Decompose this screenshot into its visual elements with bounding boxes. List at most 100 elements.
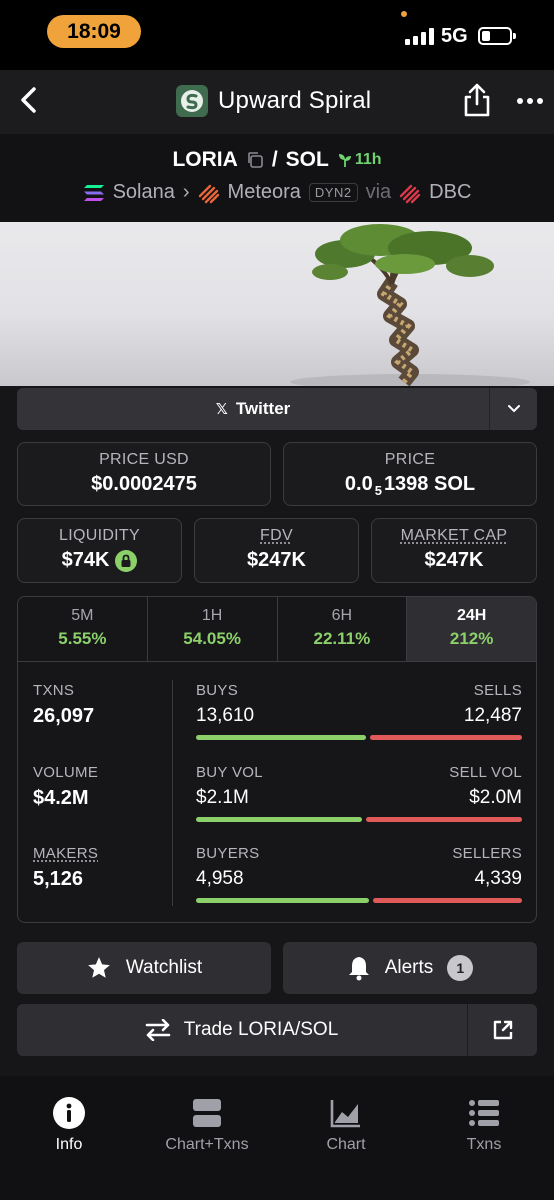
txns-stat: TXNS 26,097 — [33, 682, 94, 728]
nav-info-label: Info — [55, 1136, 83, 1153]
pair-separator: / — [271, 148, 278, 171]
sell-vol-bar — [366, 817, 522, 822]
buy-vol-bar — [196, 817, 363, 822]
base-token: LORIA — [172, 148, 238, 171]
chain-name[interactable]: Solana — [113, 181, 175, 204]
nav-chart-label: Chart — [326, 1136, 366, 1153]
tab-24h[interactable]: 24H 212% — [407, 597, 536, 662]
copy-icon[interactable] — [246, 151, 264, 169]
status-bar: 18:09 5G — [0, 0, 554, 70]
sprout-icon — [338, 154, 351, 167]
buyers-label: BUYERS — [196, 845, 260, 862]
token-logo-icon — [176, 85, 208, 117]
page-title: Upward Spiral — [218, 87, 372, 114]
fdv-value: $247K — [247, 549, 306, 571]
list-icon — [469, 1100, 499, 1126]
quote-token: SOL — [285, 148, 329, 171]
open-external-button[interactable] — [467, 1004, 537, 1056]
star-icon — [87, 957, 110, 978]
solana-icon — [83, 184, 104, 201]
tab-6h[interactable]: 6H 22.11% — [278, 597, 408, 662]
launchpad-name[interactable]: DBC — [429, 181, 471, 204]
more-options-icon[interactable] — [516, 92, 544, 110]
liquidity-value: $74K — [61, 549, 110, 571]
fdv-card: FDV $247K — [194, 518, 359, 583]
twitter-link[interactable]: 𝕏 Twitter — [17, 388, 489, 430]
split-layout-icon — [193, 1099, 221, 1127]
x-logo-icon: 𝕏 — [215, 401, 228, 418]
tab-change: 22.11% — [313, 629, 371, 648]
tab-label: 6H — [331, 607, 353, 624]
token-title: Upward Spiral — [176, 85, 371, 117]
market-cap-label[interactable]: MARKET CAP — [372, 527, 536, 545]
nav-info[interactable]: Info — [0, 1094, 138, 1154]
trade-button[interactable]: Trade LORIA/SOL — [17, 1004, 465, 1056]
back-chevron-icon[interactable] — [14, 84, 46, 116]
watchlist-label: Watchlist — [125, 957, 203, 978]
share-icon[interactable] — [462, 82, 492, 118]
trade-stats-panel: TXNS 26,097 VOLUME $4.2M MAKERS 5,126 BU… — [17, 661, 537, 923]
signal-icon — [405, 27, 434, 45]
price-native-value: 0.0 5 1398 SOL — [284, 473, 536, 498]
stats-divider — [172, 680, 173, 906]
sells-bar — [369, 735, 522, 740]
makers-label[interactable]: MAKERS — [33, 845, 98, 862]
tab-label: 1H — [201, 607, 223, 624]
buys-value: 13,610 — [196, 705, 255, 726]
nav-chart-txns-label: Chart+Txns — [165, 1136, 249, 1153]
watchlist-button[interactable]: Watchlist — [17, 942, 271, 994]
buys-label: BUYS — [196, 682, 239, 699]
nav-txns[interactable]: Txns — [415, 1094, 553, 1154]
fdv-label[interactable]: FDV — [195, 527, 358, 545]
alerts-button[interactable]: Alerts 1 — [283, 942, 537, 994]
twitter-label: Twitter — [235, 399, 291, 418]
chevron-right-icon: › — [182, 181, 190, 203]
pair-line: LORIA / SOL 11h — [0, 148, 554, 172]
market-cap-value: $247K — [424, 549, 484, 571]
makers-stat: MAKERS 5,126 — [33, 845, 98, 891]
price-prefix: 0.0 — [344, 473, 373, 495]
sellers-bar — [372, 898, 522, 903]
status-time: 18:09 — [47, 15, 141, 48]
privacy-indicator-dot — [401, 11, 407, 17]
buy-vol-label: BUY VOL — [196, 764, 263, 781]
pair-info-bar: LORIA / SOL 11h Solana › Meteora DYN2 vi… — [0, 134, 554, 222]
tab-5m[interactable]: 5M 5.55% — [18, 597, 148, 662]
txns-label: TXNS — [33, 682, 75, 699]
external-link-icon — [493, 1020, 512, 1040]
info-icon — [53, 1097, 85, 1129]
tab-change: 54.05% — [183, 629, 241, 648]
buy-vol-value: $2.1M — [196, 787, 249, 808]
price-usd-value: $0.0002475 — [91, 473, 197, 495]
dbc-icon — [399, 184, 421, 203]
swap-arrows-icon — [145, 1019, 171, 1041]
tree-book-spiral-illustration — [290, 224, 530, 386]
buyers-bar — [196, 898, 369, 903]
tab-1h[interactable]: 1H 54.05% — [148, 597, 278, 662]
sells-label: SELLS — [473, 682, 522, 699]
nav-chart-txns[interactable]: Chart+Txns — [138, 1094, 276, 1154]
lock-icon[interactable] — [115, 549, 138, 572]
nav-chart[interactable]: Chart — [277, 1094, 415, 1154]
price-zero-count: 5 — [374, 483, 382, 498]
buys-sells-stat: BUYS SELLS 13,610 12,487 — [196, 682, 522, 740]
network-label: 5G — [441, 25, 468, 47]
battery-icon — [478, 27, 516, 45]
via-label: via — [365, 181, 392, 203]
socials-dropdown-button[interactable] — [489, 388, 537, 430]
dex-name[interactable]: Meteora — [228, 181, 301, 204]
volume-value: $4.2M — [33, 787, 89, 809]
tab-change: 212% — [449, 629, 494, 648]
meteora-icon — [198, 184, 219, 203]
txns-value: 26,097 — [33, 705, 95, 727]
top-nav: Upward Spiral — [0, 70, 554, 134]
tab-change: 5.55% — [58, 629, 107, 648]
timeframe-tabs: 5M 5.55% 1H 54.05% 6H 22.11% 24H 212% — [17, 596, 537, 662]
token-banner-image — [0, 222, 554, 386]
pair-age: 11h — [337, 151, 382, 169]
price-usd-card: PRICE USD $0.0002475 — [17, 442, 271, 506]
tab-label: 24H — [456, 607, 487, 624]
volume-ratio-bar — [196, 817, 522, 822]
volume-split-stat: BUY VOL SELL VOL $2.1M $2.0M — [196, 764, 522, 822]
alerts-label: Alerts — [384, 957, 434, 978]
